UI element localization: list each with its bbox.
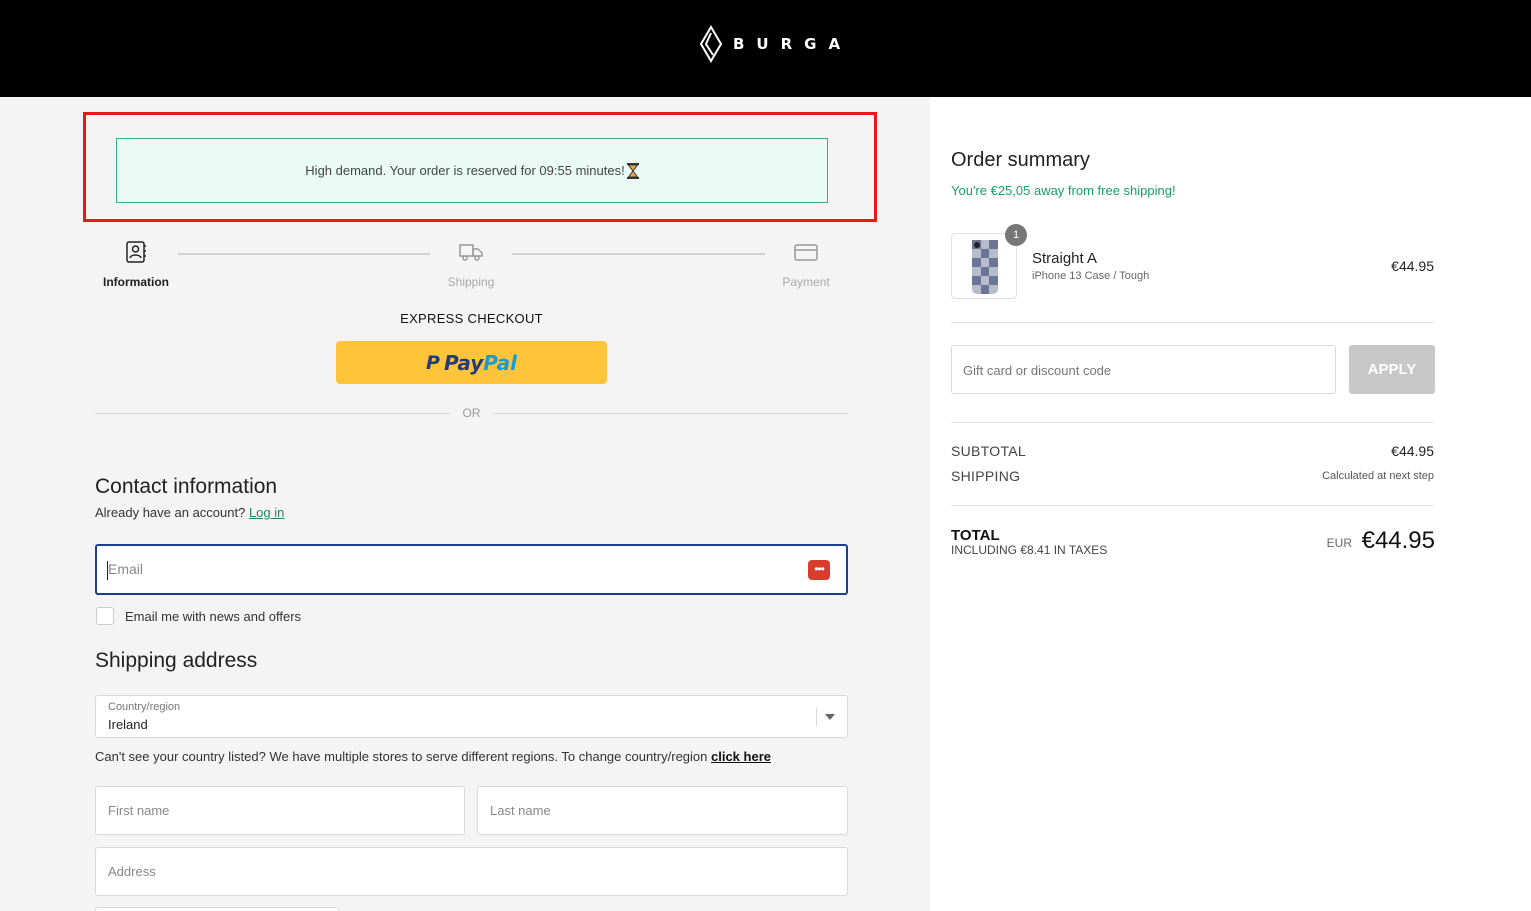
first-name-placeholder: First name — [108, 803, 170, 818]
total-value: €44.95 — [1361, 527, 1435, 554]
brand-name: BURGA — [733, 35, 853, 53]
summary-divider — [951, 322, 1434, 323]
subtotal-label: SUBTOTAL — [951, 443, 1027, 459]
select-divider — [816, 708, 817, 726]
paypal-button[interactable]: P Pay Pal — [336, 341, 607, 384]
hourglass-icon — [626, 162, 639, 179]
checkout-steps: Information Shipping Payment — [95, 240, 848, 300]
step-shipping[interactable]: Shipping — [426, 240, 516, 289]
next-field[interactable] — [95, 907, 339, 911]
brand-logo[interactable]: BURGA — [699, 25, 852, 63]
paypal-text-part1: Pay — [443, 350, 484, 375]
shipping-address-title: Shipping address — [95, 649, 258, 672]
email-placeholder: Email — [108, 561, 144, 577]
total-label: TOTAL — [951, 527, 1000, 544]
step-payment[interactable]: Payment — [761, 240, 851, 289]
step-information[interactable]: Information — [91, 240, 181, 289]
paypal-text-part2: Pal — [483, 350, 517, 375]
account-prompt-text: Already have an account? — [95, 505, 246, 520]
email-field[interactable]: Email ••• — [95, 544, 848, 595]
tax-note: INCLUDING €8.41 IN TAXES — [951, 543, 1108, 557]
express-checkout-title: EXPRESS CHECKOUT — [400, 311, 543, 326]
account-prompt: Already have an account? Log in — [95, 505, 284, 520]
product-price: €44.95 — [1391, 258, 1434, 274]
country-value: Ireland — [108, 717, 148, 732]
currency-code: EUR — [1326, 536, 1352, 550]
step-connector — [178, 253, 430, 255]
or-divider: OR — [95, 405, 848, 421]
summary-divider — [951, 422, 1434, 423]
header-bar: BURGA — [0, 0, 1531, 97]
summary-divider — [951, 505, 1434, 506]
step-connector — [512, 253, 765, 255]
subtotal-value: €44.95 — [1391, 443, 1434, 459]
change-country-link[interactable]: click here — [711, 749, 771, 764]
step-label: Information — [103, 275, 169, 289]
product-name: Straight A — [1032, 250, 1098, 267]
apply-button[interactable]: APPLY — [1349, 345, 1435, 394]
order-summary-panel — [930, 97, 1531, 911]
step-label: Shipping — [447, 275, 495, 289]
quantity-badge: 1 — [1005, 224, 1027, 246]
discount-placeholder: Gift card or discount code — [963, 363, 1112, 378]
contact-title: Contact information — [95, 475, 278, 498]
or-label: OR — [462, 406, 481, 420]
order-summary-title: Order summary — [951, 149, 1090, 171]
newsletter-label: Email me with news and offers — [125, 609, 302, 624]
shipping-value: Calculated at next step — [1322, 470, 1434, 482]
country-note: Can't see your country listed? We have m… — [95, 749, 771, 764]
credit-card-icon — [794, 244, 818, 261]
reservation-text: High demand. Your order is reserved for … — [305, 163, 625, 178]
newsletter-checkbox[interactable] — [96, 607, 114, 625]
contact-card-icon — [126, 241, 146, 263]
country-note-text: Can't see your country listed? We have m… — [95, 749, 708, 764]
product-thumbnail — [951, 233, 1017, 299]
last-name-placeholder: Last name — [490, 803, 551, 818]
paypal-logo-icon: P — [426, 351, 440, 374]
address-placeholder: Address — [108, 864, 156, 879]
step-label: Payment — [782, 275, 830, 289]
first-name-field[interactable]: First name — [95, 786, 465, 835]
free-shipping-message: You're €25,05 away from free shipping! — [951, 183, 1176, 198]
chevron-down-icon — [825, 714, 835, 720]
reservation-banner: High demand. Your order is reserved for … — [116, 138, 828, 203]
product-variant: iPhone 13 Case / Tough — [1032, 270, 1150, 282]
last-name-field[interactable]: Last name — [477, 786, 848, 835]
login-link[interactable]: Log in — [249, 505, 284, 520]
address-field[interactable]: Address — [95, 847, 848, 896]
discount-code-input[interactable]: Gift card or discount code — [951, 345, 1336, 394]
burga-diamond-icon — [699, 25, 723, 63]
truck-icon — [459, 244, 483, 261]
country-label: Country/region — [108, 701, 181, 713]
password-manager-icon[interactable]: ••• — [808, 560, 830, 580]
country-select[interactable]: Country/region Ireland — [95, 695, 848, 738]
shipping-label: SHIPPING — [951, 468, 1021, 484]
phone-case-image — [972, 240, 998, 294]
